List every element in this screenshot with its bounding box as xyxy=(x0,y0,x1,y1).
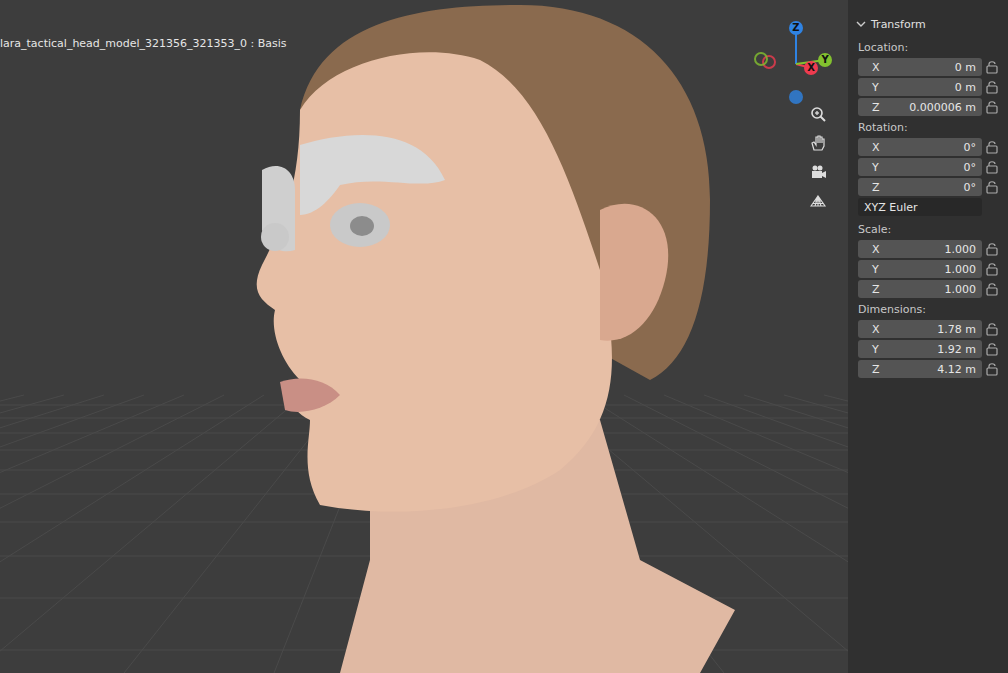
transform-body: Location: X 0 m Y 0 m Z 0.000006 m Rotation: X 0°… xyxy=(848,34,1008,378)
axis-label: Y xyxy=(872,263,879,276)
panel-title: Transform xyxy=(871,18,926,31)
axis-label: Z xyxy=(872,283,880,296)
lock-icon[interactable] xyxy=(986,100,998,114)
field-value: 0 m xyxy=(955,81,976,94)
view-navigation xyxy=(806,102,830,213)
camera-button[interactable] xyxy=(806,160,830,184)
field-value: 4.12 m xyxy=(937,363,976,376)
axis-label: Y xyxy=(872,81,879,94)
lock-icon[interactable] xyxy=(986,140,998,154)
lock-icon[interactable] xyxy=(986,262,998,276)
lock-icon[interactable] xyxy=(986,242,998,256)
field-value: 1.92 m xyxy=(937,343,976,356)
section-label: Location: xyxy=(858,38,1008,58)
gizmo-negative-z[interactable] xyxy=(789,90,803,104)
field-value: 0 m xyxy=(955,61,976,74)
field-row: Z 0.000006 m xyxy=(858,98,1008,116)
transform-header[interactable]: Transform xyxy=(848,14,1008,34)
gizmo-axis-z[interactable]: Z xyxy=(789,21,803,35)
gizmo-axis-y[interactable]: Y xyxy=(818,53,832,67)
axis-label: Z xyxy=(872,363,880,376)
field-row: Z 4.12 m xyxy=(858,360,1008,378)
grid-icon xyxy=(809,192,827,210)
number-field[interactable]: Z 1.000 xyxy=(858,280,982,298)
lock-icon[interactable] xyxy=(986,282,998,296)
3d-viewport[interactable]: lara_tactical_head_model_321356_321353_0… xyxy=(0,0,848,673)
number-field[interactable]: Y 1.92 m xyxy=(858,340,982,358)
axis-label: X xyxy=(872,323,880,336)
lock-icon[interactable] xyxy=(986,80,998,94)
field-row: X 1.000 xyxy=(858,240,1008,258)
field-value: 1.000 xyxy=(945,263,977,276)
chevron-icon xyxy=(856,19,866,29)
number-field[interactable]: Z 0° xyxy=(858,178,982,196)
hand-button[interactable] xyxy=(806,131,830,155)
axis-label: X xyxy=(807,62,815,73)
field-row: X 0 m xyxy=(858,58,1008,76)
zoom-button[interactable] xyxy=(806,102,830,126)
field-value: 1.78 m xyxy=(937,323,976,336)
field-row: Y 1.92 m xyxy=(858,340,1008,358)
field-row: Y 0 m xyxy=(858,78,1008,96)
sidebar-panel: Transform Location: X 0 m Y 0 m Z 0.000006 m Rot… xyxy=(848,0,1008,673)
number-field[interactable]: Y 0 m xyxy=(858,78,982,96)
section-label: Rotation: xyxy=(858,118,1008,138)
field-value: 0° xyxy=(964,161,977,174)
field-value: 1.000 xyxy=(945,283,977,296)
field-row: Z 1.000 xyxy=(858,280,1008,298)
number-field[interactable]: Z 4.12 m xyxy=(858,360,982,378)
axis-label: Z xyxy=(872,181,880,194)
number-field[interactable]: X 1.000 xyxy=(858,240,982,258)
lock-icon[interactable] xyxy=(986,322,998,336)
axis-label: X xyxy=(872,243,880,256)
axis-label: Y xyxy=(872,161,879,174)
camera-icon xyxy=(809,163,827,181)
field-value: 0.000006 m xyxy=(909,101,976,114)
section-label: Scale: xyxy=(858,220,1008,240)
section-label: Dimensions: xyxy=(858,300,1008,320)
field-value: 0° xyxy=(964,141,977,154)
axis-label: Z xyxy=(792,22,799,33)
gizmo-negative-y[interactable] xyxy=(754,52,768,66)
number-field[interactable]: X 0 m xyxy=(858,58,982,76)
number-field[interactable]: Z 0.000006 m xyxy=(858,98,982,116)
field-row: Z 0° xyxy=(858,178,1008,196)
lock-icon[interactable] xyxy=(986,180,998,194)
field-value: 1.000 xyxy=(945,243,977,256)
axis-label: X xyxy=(872,141,880,154)
field-row: X 0° xyxy=(858,138,1008,156)
hand-icon xyxy=(809,134,827,152)
axis-label: Z xyxy=(872,101,880,114)
number-field[interactable]: X 1.78 m xyxy=(858,320,982,338)
lock-icon[interactable] xyxy=(986,342,998,356)
field-row: Y 1.000 xyxy=(858,260,1008,278)
navigation-gizmo[interactable]: Z XY xyxy=(748,18,838,108)
axis-label: Y xyxy=(821,54,828,65)
lock-icon[interactable] xyxy=(986,362,998,376)
axis-label: X xyxy=(872,61,880,74)
object-label: lara_tactical_head_model_321356_321353_0… xyxy=(0,37,287,50)
lock-icon[interactable] xyxy=(986,60,998,74)
head-model-picture xyxy=(0,0,848,673)
gizmo-negative-x[interactable] xyxy=(762,55,776,69)
rotation-mode-dropdown[interactable]: XYZ Euler xyxy=(858,198,982,216)
field-row: Y 0° xyxy=(858,158,1008,176)
number-field[interactable]: X 0° xyxy=(858,138,982,156)
field-row: X 1.78 m xyxy=(858,320,1008,338)
field-value: 0° xyxy=(964,181,977,194)
zoom-icon xyxy=(809,105,827,123)
number-field[interactable]: Y 1.000 xyxy=(858,260,982,278)
lock-icon[interactable] xyxy=(986,160,998,174)
gizmo-axis-x[interactable]: X xyxy=(804,61,818,75)
axis-label: Y xyxy=(872,343,879,356)
number-field[interactable]: Y 0° xyxy=(858,158,982,176)
grid-button[interactable] xyxy=(806,189,830,213)
